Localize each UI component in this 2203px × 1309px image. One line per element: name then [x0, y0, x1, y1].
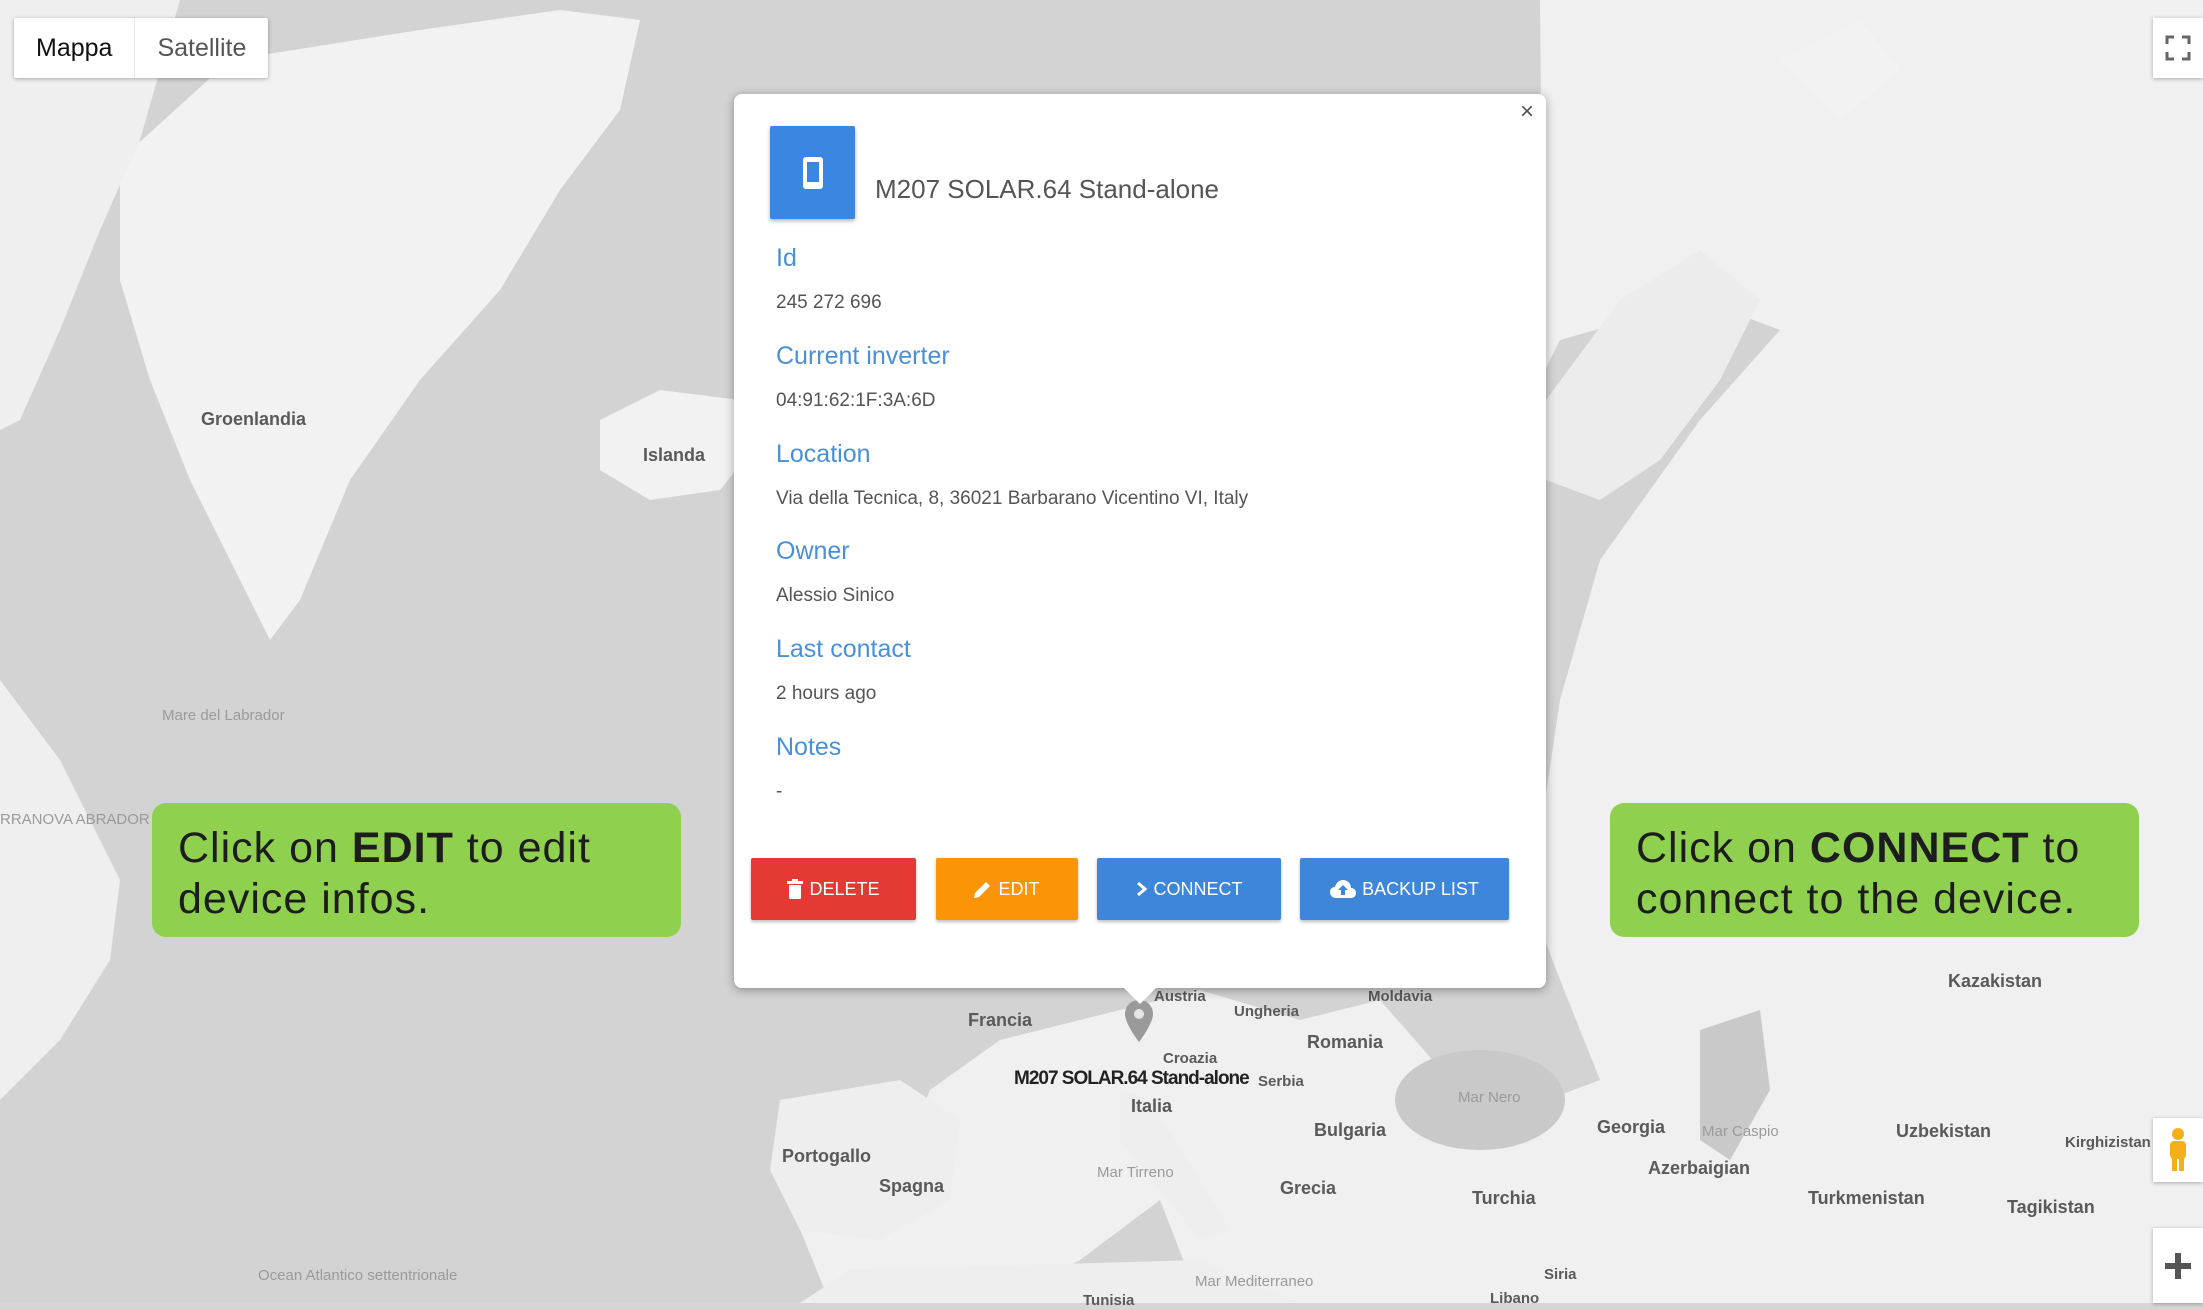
- info-window-tail: [1124, 988, 1156, 1004]
- place-label-mar-mediterraneo: Mar Mediterraneo: [1195, 1273, 1314, 1290]
- place-label-tagikistan: Tagikistan: [2007, 1197, 2095, 1217]
- place-label-croazia: Croazia: [1163, 1050, 1218, 1067]
- place-label-libano: Libano: [1490, 1290, 1540, 1307]
- pegman-icon: [2170, 1128, 2186, 1171]
- zoom-in-button[interactable]: [2153, 1228, 2203, 1303]
- owner-label: Owner: [776, 537, 850, 565]
- map-type-satellite-button[interactable]: Satellite: [135, 18, 268, 78]
- device-info-window: × M207 SOLAR.64 Stand-alone Id 245 272 6…: [734, 94, 1546, 1004]
- place-label-terranova: RRANOVA ABRADOR: [0, 811, 150, 828]
- marker-label: M207 SOLAR.64 Stand-alone: [1014, 1068, 1250, 1089]
- place-label-grecia: Grecia: [1280, 1178, 1337, 1198]
- notes-value: -: [776, 781, 783, 802]
- place-label-portogallo: Portogallo: [782, 1146, 871, 1166]
- current-inverter-value: 04:91:62:1F:3A:6D: [776, 390, 936, 411]
- notes-label: Notes: [776, 733, 842, 761]
- edit-callout: Click on EDIT to edit device infos.: [152, 803, 681, 937]
- place-label-kirghizistan: Kirghizistan: [2065, 1134, 2151, 1151]
- close-button[interactable]: ×: [1520, 98, 1534, 126]
- place-label-romania: Romania: [1307, 1032, 1384, 1052]
- current-inverter-label: Current inverter: [776, 342, 950, 370]
- fullscreen-icon: [2165, 35, 2191, 61]
- chevron-right-icon: [1136, 881, 1147, 897]
- id-value: 245 272 696: [776, 292, 882, 313]
- location-label: Location: [776, 440, 871, 468]
- place-label-austria: Austria: [1154, 988, 1206, 1005]
- pencil-icon: [974, 882, 991, 898]
- edit-callout-bold: EDIT: [351, 824, 454, 872]
- place-label-spagna: Spagna: [879, 1176, 945, 1196]
- place-label-kazakistan: Kazakistan: [1948, 971, 2043, 991]
- place-label-siria: Siria: [1544, 1266, 1577, 1283]
- map-type-control: Mappa Satellite: [14, 18, 269, 78]
- trash-icon: [787, 879, 804, 899]
- place-label-ocean-atlantico: Ocean Atlantico settentrionale: [258, 1267, 458, 1284]
- place-label-islanda: Islanda: [643, 445, 706, 465]
- place-label-mare-labrador: Mare del Labrador: [162, 708, 285, 724]
- place-label-uzbekistan: Uzbekistan: [1896, 1121, 1992, 1141]
- place-label-mar-tirreno: Mar Tirreno: [1097, 1164, 1174, 1181]
- location-value: Via della Tecnica, 8, 36021 Barbarano Vi…: [776, 488, 1249, 509]
- edit-callout-pre: Click on: [178, 824, 352, 872]
- fullscreen-button[interactable]: [2153, 18, 2203, 78]
- place-label-ungheria: Ungheria: [1234, 1003, 1300, 1020]
- place-label-turchia: Turchia: [1472, 1188, 1536, 1208]
- owner-value: Alessio Sinico: [776, 585, 895, 606]
- place-label-francia: Francia: [968, 1010, 1033, 1030]
- place-label-serbia: Serbia: [1258, 1073, 1304, 1090]
- map-pin-icon[interactable]: [1125, 1000, 1153, 1042]
- street-view-button[interactable]: [2153, 1118, 2203, 1182]
- place-label-azerbaigian: Azerbaigian: [1648, 1158, 1751, 1178]
- place-label-moldavia: Moldavia: [1368, 988, 1433, 1005]
- edit-button[interactable]: EDIT: [936, 858, 1078, 920]
- edit-button-label: EDIT: [998, 878, 1040, 899]
- delete-button[interactable]: DELETE: [751, 858, 916, 920]
- place-label-italia: Italia: [1131, 1096, 1173, 1116]
- delete-button-label: DELETE: [809, 878, 880, 899]
- cloud-upload-icon: [1330, 880, 1357, 898]
- place-label-mar-caspio: Mar Caspio: [1702, 1123, 1779, 1140]
- place-label-tunisia: Tunisia: [1083, 1292, 1135, 1309]
- place-label-bulgaria: Bulgaria: [1314, 1120, 1387, 1140]
- place-label-mar-nero: Mar Nero: [1458, 1089, 1521, 1106]
- backup-list-button-label: BACKUP LIST: [1362, 878, 1479, 899]
- place-label-georgia: Georgia: [1597, 1117, 1666, 1137]
- id-label: Id: [776, 244, 797, 272]
- plus-icon: [2165, 1252, 2191, 1279]
- map-type-map-button[interactable]: Mappa: [14, 18, 136, 78]
- device-title: M207 SOLAR.64 Stand-alone: [875, 174, 1219, 204]
- smartphone-icon: [802, 156, 823, 189]
- connect-button[interactable]: CONNECT: [1097, 858, 1281, 920]
- connect-button-label: CONNECT: [1153, 878, 1243, 899]
- connect-callout-bold: CONNECT: [1809, 824, 2030, 872]
- place-label-groenlandia: Groenlandia: [201, 409, 307, 429]
- connect-callout-pre: Click on: [1636, 824, 1810, 872]
- connect-callout: Click on CONNECT to connect to the devic…: [1610, 803, 2139, 937]
- backup-list-button[interactable]: BACKUP LIST: [1300, 858, 1509, 920]
- place-label-turkmenistan: Turkmenistan: [1808, 1188, 1925, 1208]
- last-contact-label: Last contact: [776, 635, 911, 663]
- last-contact-value: 2 hours ago: [776, 683, 877, 704]
- device-avatar: [770, 126, 855, 219]
